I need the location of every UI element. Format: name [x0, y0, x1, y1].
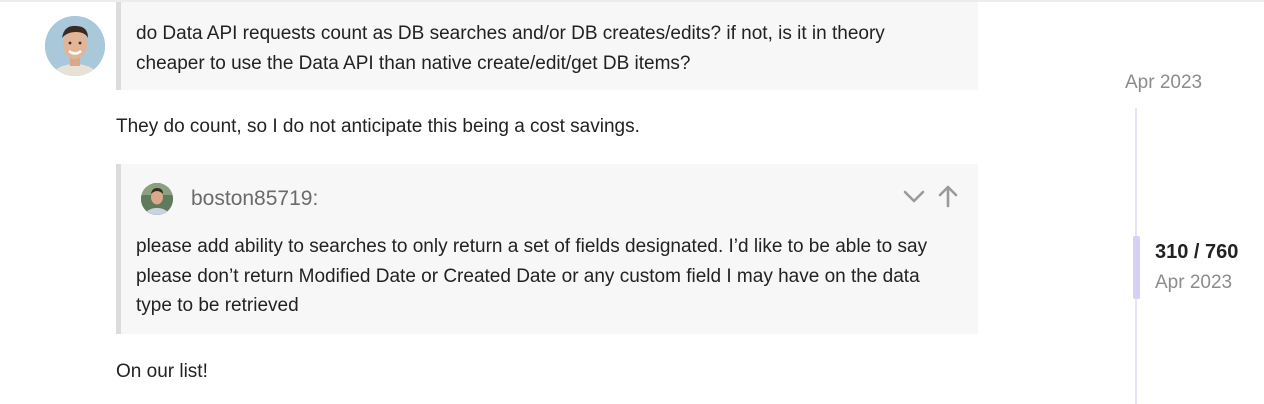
topic-page: do Data API requests count as DB searche… [0, 0, 1264, 404]
post-reply-text: On our list! [116, 361, 208, 382]
quoted-user-avatar-icon [141, 183, 173, 215]
chevron-down-icon[interactable] [902, 184, 926, 208]
quote-block-attributed: boston85719: please add ability to searc… [116, 164, 978, 334]
quote-text: please add ability to searches to only r… [136, 236, 928, 316]
poster-avatar[interactable] [45, 16, 105, 76]
user-avatar-icon [45, 16, 105, 76]
quote-controls [902, 184, 960, 208]
post-reply-text: They do count, so I do not anticipate th… [116, 116, 640, 137]
quote-text: do Data API requests count as DB searche… [136, 23, 885, 74]
quoted-user-avatar[interactable] [141, 183, 173, 215]
topic-timeline: Apr 2023 310 / 760 Apr 2023 [1120, 0, 1264, 404]
quote-header: boston85719: [141, 183, 318, 215]
timeline-current-date: Apr 2023 [1155, 272, 1233, 293]
quoted-username[interactable]: boston85719: [191, 187, 318, 211]
timeline-start-date[interactable]: Apr 2023 [1125, 72, 1202, 94]
arrow-up-icon[interactable] [936, 184, 960, 208]
timeline-position: 310 / 760 [1155, 241, 1239, 263]
quote-block: do Data API requests count as DB searche… [116, 2, 978, 90]
timeline-scroll-handle[interactable] [1133, 236, 1140, 299]
